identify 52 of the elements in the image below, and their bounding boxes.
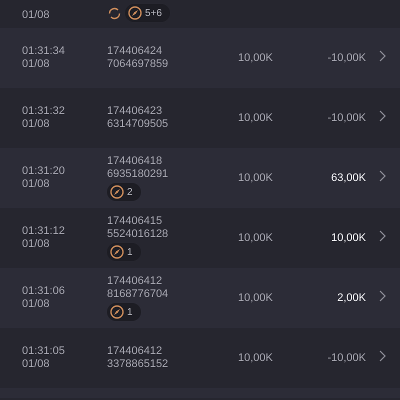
chevron-right-icon[interactable] xyxy=(379,230,386,242)
chevron-right-icon[interactable] xyxy=(379,290,386,302)
selection-tag: 1 xyxy=(107,303,141,321)
chevron-right-icon[interactable] xyxy=(379,110,386,122)
bet-date: 01/08 xyxy=(22,358,51,371)
bet-id: 174406423 xyxy=(107,105,164,118)
result-amount: 63,00K xyxy=(331,172,366,184)
stake-amount: 10,00K xyxy=(238,292,273,304)
result-amount: -10,00K xyxy=(327,52,366,64)
bet-id: 174406412 xyxy=(107,275,164,288)
bet-time: 01:31:05 xyxy=(22,345,66,358)
bet-id: 8168776704 xyxy=(107,288,170,301)
result-amount: -10,00K xyxy=(327,112,366,124)
chevron-right-icon[interactable] xyxy=(379,170,386,182)
bet-id: 5524016128 xyxy=(107,228,170,241)
refresh-icon xyxy=(107,6,122,20)
selection-tag: 5+6 xyxy=(125,4,170,22)
bet-time: 01:31:06 xyxy=(22,285,66,298)
selection-tag: 1 xyxy=(107,243,141,261)
compass-icon xyxy=(110,185,124,199)
bet-id: 174406412 xyxy=(107,345,164,358)
bet-date: 01/08 xyxy=(22,238,51,251)
compass-icon xyxy=(110,245,124,259)
bet-id: 174406415 xyxy=(107,215,164,228)
bet-id: 7064697859 xyxy=(107,58,170,71)
bet-id: 3378865152 xyxy=(107,358,170,371)
bet-id: 174406418 xyxy=(107,155,164,168)
stake-amount: 10,00K xyxy=(238,352,273,364)
bet-id: 6314709505 xyxy=(107,118,170,131)
stake-amount: 10,00K xyxy=(238,232,273,244)
bet-time: 01:31:34 xyxy=(22,45,66,58)
compass-icon xyxy=(110,305,124,319)
bet-time: 01:31:32 xyxy=(22,105,66,118)
selection-tag: 2 xyxy=(107,183,141,201)
bet-date: 01/08 xyxy=(22,178,51,191)
stake-amount: 10,00K xyxy=(238,112,273,124)
bet-time: 01:31:20 xyxy=(22,165,66,178)
bet-date: 01/08 xyxy=(22,58,51,71)
result-amount: -10,00K xyxy=(327,352,366,364)
bet-date: 01/08 xyxy=(22,298,51,311)
bet-time: 01:31:12 xyxy=(22,225,66,238)
chevron-right-icon[interactable] xyxy=(379,50,386,62)
stake-amount: 10,00K xyxy=(238,52,273,64)
chevron-right-icon[interactable] xyxy=(379,350,386,362)
result-amount: 2,00K xyxy=(337,292,366,304)
bet-date: 01/08 xyxy=(22,118,51,131)
stake-amount: 10,00K xyxy=(238,172,273,184)
bet-id: 6935180291 xyxy=(107,168,170,181)
bet-date: 01/08 xyxy=(22,9,51,22)
bet-id: 174406424 xyxy=(107,45,164,58)
result-amount: 10,00K xyxy=(331,232,366,244)
compass-icon xyxy=(128,6,142,20)
